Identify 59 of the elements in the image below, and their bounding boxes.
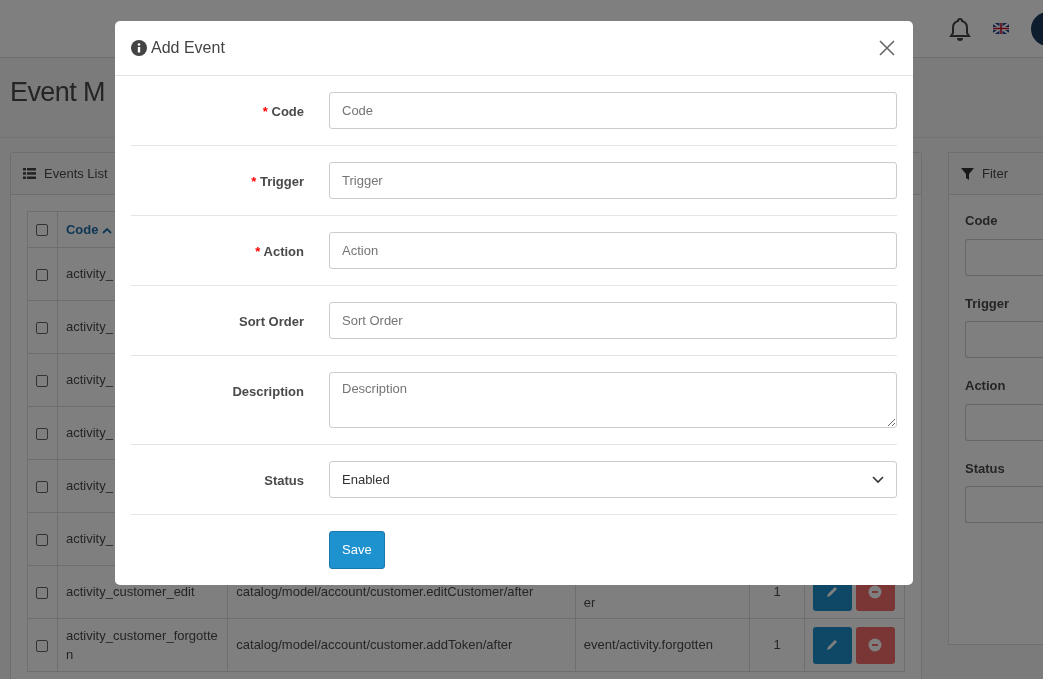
- input-field[interactable]: [965, 403, 1043, 441]
- flag-icon[interactable]: [993, 23, 1009, 34]
- field-label: * Trigger: [250, 173, 304, 191]
- list-icon: [23, 168, 36, 179]
- card-title: Fiter: [982, 164, 1008, 183]
- row-checkbox[interactable]: [36, 374, 48, 387]
- table-cell: activity_: [66, 531, 113, 547]
- column-header[interactable]: Code: [66, 221, 113, 237]
- modal-title: Add Event: [151, 38, 225, 58]
- field-label: * Code: [261, 103, 304, 121]
- field-label: Description: [231, 383, 304, 401]
- row-checkbox[interactable]: [36, 480, 48, 493]
- table-cell: activity_customer_edit: [66, 584, 195, 600]
- field-label: Action: [965, 377, 1007, 395]
- chevron-down-icon: [872, 475, 884, 484]
- input-field[interactable]: [965, 321, 1043, 358]
- row-checkbox[interactable]: [36, 268, 48, 281]
- card-title: Events List: [44, 164, 108, 183]
- field-label: Status: [263, 472, 304, 490]
- table-cell: 1: [773, 637, 781, 653]
- row-checkbox[interactable]: [36, 586, 48, 599]
- row-checkbox[interactable]: [36, 533, 48, 546]
- field-label: * Action: [254, 243, 304, 261]
- table-cell: activity_: [66, 372, 113, 388]
- filter-icon: [961, 167, 974, 180]
- text-area[interactable]: Description: [329, 372, 897, 428]
- input-field[interactable]: Trigger: [329, 162, 897, 199]
- avatar-icon[interactable]: [1031, 11, 1043, 46]
- table-cell: activity_: [66, 478, 113, 494]
- table-cell: activity_customer_forgotten: [66, 627, 218, 662]
- table-cell: catalog/model/account/customer.editCustomer/after: [236, 584, 534, 600]
- info-icon: [131, 40, 147, 56]
- table-cell: er: [583, 594, 596, 610]
- table-cell: activity_: [66, 425, 113, 441]
- field-label: Trigger: [965, 294, 1011, 313]
- close-button[interactable]: [877, 38, 897, 58]
- row-checkbox[interactable]: [36, 427, 48, 440]
- input-field[interactable]: Sort Order: [329, 302, 897, 339]
- field-label: Status: [965, 459, 1006, 478]
- table-cell: activity_: [66, 319, 113, 335]
- input-field[interactable]: Action: [329, 232, 897, 269]
- table-cell: 1: [773, 584, 781, 600]
- save-button[interactable]: Save: [329, 531, 385, 569]
- input-field[interactable]: [965, 238, 1043, 276]
- table-cell: event/activity.forgotten: [583, 637, 713, 653]
- select-field[interactable]: Enabled: [329, 461, 897, 498]
- input-field[interactable]: [965, 486, 1043, 523]
- row-checkbox[interactable]: [36, 321, 48, 334]
- select-all-checkbox[interactable]: [36, 224, 48, 237]
- field-label: Code: [965, 212, 999, 230]
- minus-circle-icon: [868, 638, 883, 652]
- table-cell: catalog/model/account/customer.addToken/after: [236, 637, 513, 653]
- pencil-icon: [825, 638, 840, 652]
- field-label: Sort Order: [238, 313, 304, 331]
- row-checkbox[interactable]: [36, 639, 48, 652]
- bell-icon[interactable]: [949, 16, 971, 41]
- table-cell: activity_: [66, 266, 113, 282]
- input-field[interactable]: Code: [329, 92, 897, 129]
- close-icon: [879, 40, 895, 56]
